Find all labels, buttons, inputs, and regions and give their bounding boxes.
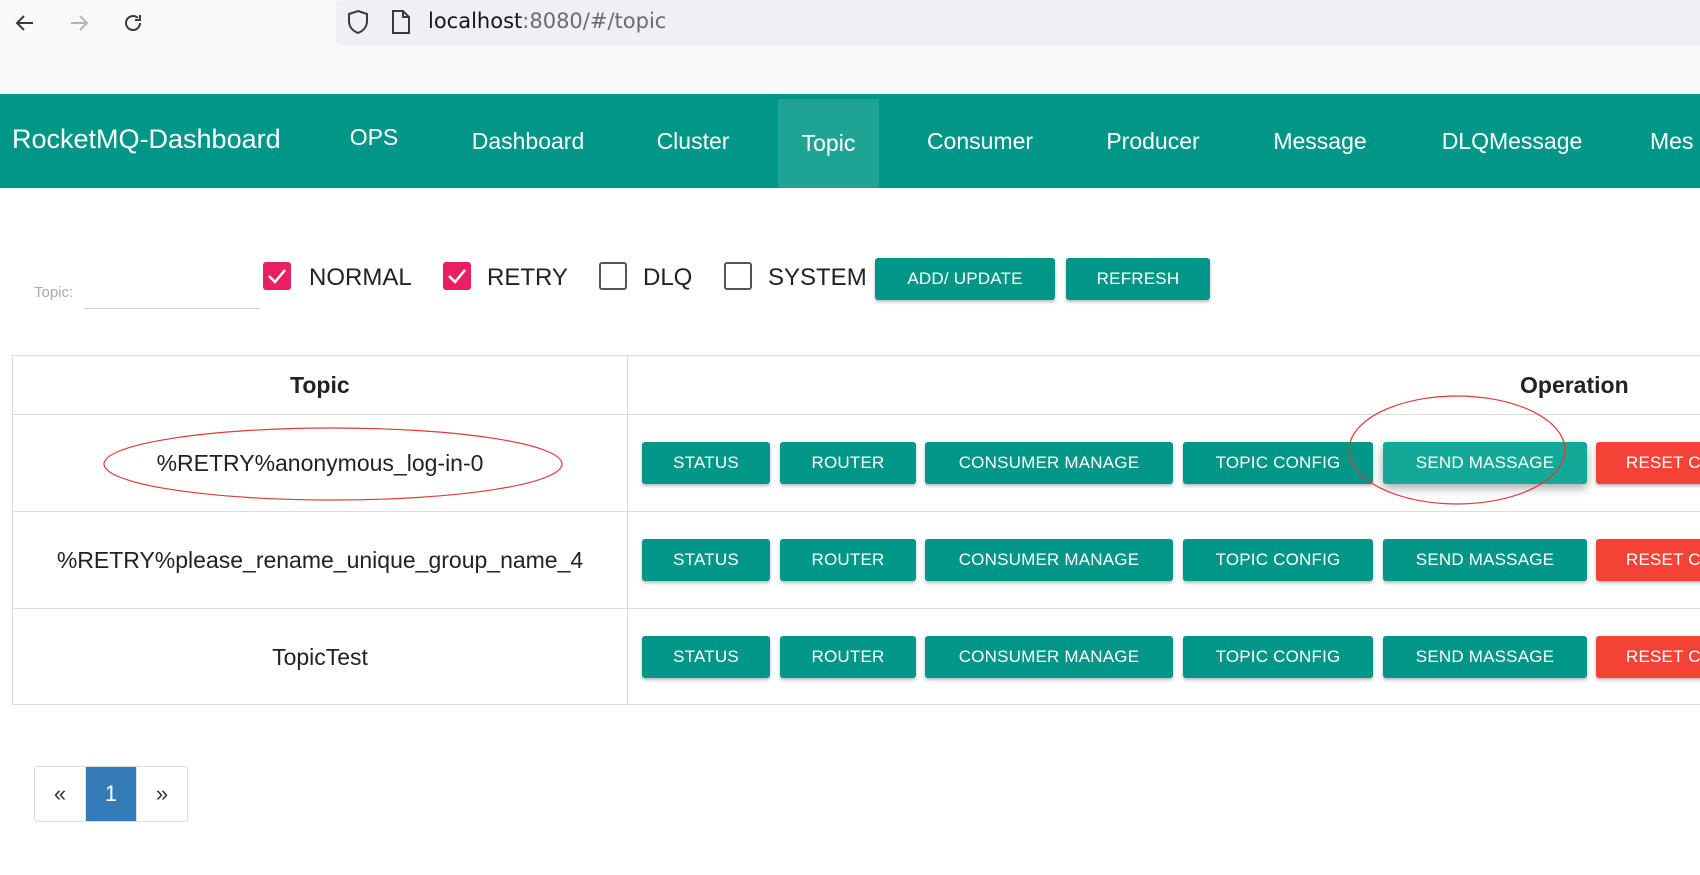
app-navbar: RocketMQ-Dashboard OPS Dashboard Cluster…: [0, 94, 1700, 188]
normal-checkbox-label[interactable]: NORMAL: [309, 264, 412, 292]
nav-cluster[interactable]: Cluster: [640, 94, 746, 188]
send-message-button[interactable]: SEND MASSAGE: [1383, 636, 1587, 678]
consumer-manage-button[interactable]: CONSUMER MANAGE: [925, 539, 1173, 581]
retry-checkbox-label[interactable]: RETRY: [487, 264, 568, 292]
status-button[interactable]: STATUS: [642, 442, 770, 484]
topic-cell: %RETRY%anonymous_log-in-0: [156, 450, 484, 476]
send-message-button[interactable]: SEND MASSAGE: [1383, 539, 1587, 581]
status-button[interactable]: STATUS: [642, 539, 770, 581]
consumer-manage-button[interactable]: CONSUMER MANAGE: [925, 442, 1173, 484]
dlq-checkbox-label[interactable]: DLQ: [643, 264, 692, 292]
pagination-page-1[interactable]: 1: [86, 767, 137, 821]
pagination-prev[interactable]: «: [35, 767, 86, 821]
operation-column-header: Operation: [1520, 372, 1629, 398]
nav-mes[interactable]: Mes: [1650, 94, 1700, 188]
reset-offset-button[interactable]: RESET C: [1596, 539, 1700, 581]
reset-offset-button[interactable]: RESET C: [1596, 442, 1700, 484]
nav-dlqmessage[interactable]: DLQMessage: [1432, 94, 1592, 188]
topic-config-button[interactable]: TOPIC CONFIG: [1183, 442, 1373, 484]
check-icon: [268, 269, 286, 284]
topic-column-header: Topic: [290, 372, 350, 398]
router-button[interactable]: ROUTER: [780, 442, 916, 484]
row-divider: [12, 608, 1700, 609]
topic-filter-label: Topic:: [34, 284, 74, 301]
pagination-next[interactable]: »: [137, 767, 187, 821]
pagination: « 1 »: [34, 766, 188, 822]
nav-ops[interactable]: OPS: [332, 90, 416, 184]
shield-icon: [348, 9, 368, 35]
forward-button[interactable]: [62, 6, 96, 40]
consumer-manage-button[interactable]: CONSUMER MANAGE: [925, 636, 1173, 678]
brand-title[interactable]: RocketMQ-Dashboard: [12, 124, 281, 155]
row-divider: [12, 414, 1700, 415]
reset-offset-button[interactable]: RESET C: [1596, 636, 1700, 678]
normal-checkbox[interactable]: [263, 262, 291, 290]
browser-toolbar: localhost:8080/#/topic: [0, 0, 1700, 94]
topic-config-button[interactable]: TOPIC CONFIG: [1183, 539, 1373, 581]
topic-filter-input[interactable]: [84, 276, 260, 309]
nav-topic[interactable]: Topic: [778, 99, 879, 188]
nav-message[interactable]: Message: [1262, 94, 1378, 188]
topic-cell: %RETRY%please_rename_unique_group_name_4: [56, 547, 584, 573]
router-button[interactable]: ROUTER: [780, 636, 916, 678]
topic-cell: TopicTest: [272, 644, 368, 670]
router-button[interactable]: ROUTER: [780, 539, 916, 581]
nav-consumer[interactable]: Consumer: [912, 94, 1048, 188]
page-icon: [392, 10, 410, 34]
system-checkbox-label[interactable]: SYSTEM: [768, 264, 867, 292]
nav-dashboard[interactable]: Dashboard: [456, 94, 600, 188]
add-update-button[interactable]: ADD/ UPDATE: [875, 258, 1055, 300]
row-divider: [12, 511, 1700, 512]
back-button[interactable]: [8, 6, 42, 40]
reload-icon: [125, 15, 141, 31]
refresh-button[interactable]: REFRESH: [1066, 258, 1210, 300]
nav-producer[interactable]: Producer: [1098, 94, 1208, 188]
arrow-left-icon: [15, 15, 33, 31]
dlq-checkbox[interactable]: [599, 262, 627, 290]
status-button[interactable]: STATUS: [642, 636, 770, 678]
arrow-right-icon: [71, 15, 89, 31]
topic-config-button[interactable]: TOPIC CONFIG: [1183, 636, 1373, 678]
column-divider: [627, 355, 628, 705]
retry-checkbox[interactable]: [443, 262, 471, 290]
system-checkbox[interactable]: [724, 262, 752, 290]
check-icon: [448, 269, 466, 284]
url-text: localhost:8080/#/topic: [428, 9, 667, 33]
reload-button[interactable]: [116, 6, 150, 40]
send-message-button[interactable]: SEND MASSAGE: [1383, 442, 1587, 484]
address-bar[interactable]: localhost:8080/#/topic: [336, 0, 1700, 45]
